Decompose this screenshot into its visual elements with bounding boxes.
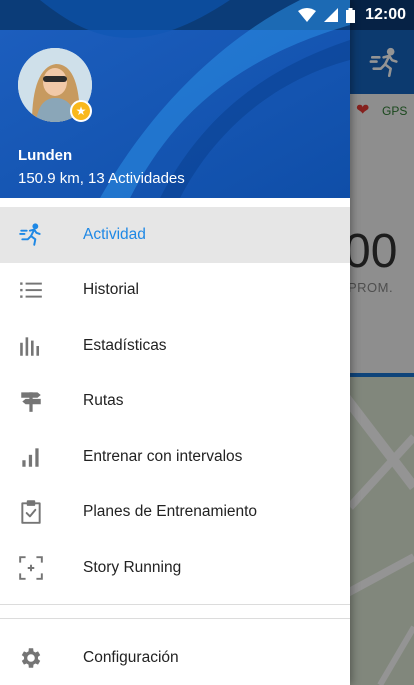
- menu-item-label: Entrenar con intervalos: [83, 447, 243, 465]
- interval-bars-icon: [17, 443, 45, 471]
- wifi-icon: [298, 8, 317, 22]
- running-icon: [17, 221, 45, 249]
- menu-item-planes[interactable]: Planes de Entrenamiento: [0, 485, 350, 541]
- user-name: Lunden: [18, 147, 73, 164]
- story-frame-icon: [17, 554, 45, 582]
- menu-item-label: Historial: [83, 281, 139, 299]
- menu-item-label: Planes de Entrenamiento: [83, 503, 258, 521]
- navigation-drawer: ★ Lunden 150.9 km, 13 Actividades Activi…: [0, 0, 350, 685]
- battery-icon: [346, 7, 356, 23]
- menu-item-label: Story Running: [83, 558, 182, 576]
- signal-icon: [324, 8, 339, 22]
- status-time: 12:00: [365, 6, 406, 23]
- list-icon: [17, 276, 45, 304]
- status-bar: 12:00: [0, 0, 414, 30]
- clipboard-check-icon: [17, 498, 45, 526]
- menu-item-estadisticas[interactable]: Estadísticas: [0, 318, 350, 374]
- menu-item-label: Actividad: [83, 225, 146, 243]
- menu-divider: [0, 618, 350, 619]
- menu-item-label: Rutas: [83, 392, 124, 410]
- user-stats: 150.9 km, 13 Actividades: [18, 170, 185, 187]
- menu-item-story-running[interactable]: Story Running: [0, 540, 350, 596]
- signpost-icon: [17, 387, 45, 415]
- menu-item-rutas[interactable]: Rutas: [0, 374, 350, 430]
- menu-item-actividad[interactable]: Actividad: [0, 207, 350, 263]
- menu-item-configuracion[interactable]: Configuración: [0, 630, 350, 685]
- menu-divider: [0, 604, 350, 605]
- menu-item-label: Estadísticas: [83, 336, 167, 354]
- premium-star-badge-icon: ★: [70, 100, 92, 122]
- drawer-menu: Actividad Historial Estadísticas Rutas E…: [0, 207, 350, 596]
- menu-item-historial[interactable]: Historial: [0, 263, 350, 319]
- gear-icon: [17, 644, 45, 672]
- bar-chart-icon: [17, 332, 45, 360]
- menu-item-intervalos[interactable]: Entrenar con intervalos: [0, 429, 350, 485]
- menu-item-label: Configuración: [83, 648, 179, 666]
